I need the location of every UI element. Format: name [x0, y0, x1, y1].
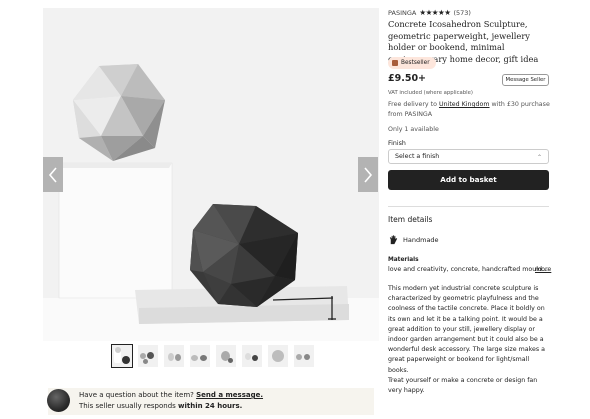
materials-text: love and creativity, concrete, handcraft…: [388, 265, 552, 275]
message-seller-button[interactable]: Message Seller: [502, 74, 549, 86]
add-to-basket-button[interactable]: Add to basket: [388, 170, 549, 190]
description-paragraph-2: Treat yourself or make a concrete or des…: [388, 377, 538, 395]
finish-label: Finish: [388, 140, 406, 147]
vat-note: VAT included (where applicable): [388, 90, 473, 96]
previous-image-button[interactable]: [43, 157, 63, 192]
finish-select[interactable]: Select a finish ⌃: [388, 149, 549, 164]
delivery-info: Free delivery to United Kingdom with £30…: [388, 101, 550, 118]
chevron-right-icon: [364, 166, 373, 183]
materials-heading: Materials: [388, 257, 419, 263]
section-divider: [388, 206, 549, 207]
stock-status: Only 1 available: [388, 126, 439, 133]
thumbnail[interactable]: [190, 345, 210, 367]
thumbnail[interactable]: [164, 345, 184, 367]
send-message-link[interactable]: Send a message.: [196, 391, 263, 399]
review-count[interactable]: (573): [453, 8, 470, 18]
product-main-image[interactable]: [43, 8, 379, 341]
chevron-left-icon: [48, 166, 57, 183]
thumbnail[interactable]: [216, 345, 236, 367]
seller-help-text: Have a question about the item? Send a m…: [79, 391, 264, 410]
thumbnail[interactable]: [268, 345, 288, 367]
more-link[interactable]: more: [535, 265, 551, 275]
chevron-down-icon: ⌃: [536, 154, 542, 161]
bestseller-badge: Bestseller: [388, 57, 436, 69]
hand-icon: [389, 235, 398, 245]
handmade-row: Handmade: [388, 234, 439, 245]
rating-stars-icon[interactable]: ★★★★★: [419, 8, 451, 18]
next-image-button[interactable]: [358, 157, 378, 192]
shop-rating-line: PASINGA ★★★★★ (573): [388, 8, 471, 18]
thumbnail[interactable]: [294, 345, 314, 367]
shop-name-link[interactable]: PASINGA: [388, 8, 416, 18]
seller-avatar[interactable]: [47, 389, 70, 412]
delivery-country-link[interactable]: United Kingdom: [439, 101, 490, 108]
price: £9.50+: [388, 73, 427, 84]
thumbnail[interactable]: [138, 345, 158, 367]
thumbnail[interactable]: [242, 345, 262, 367]
item-details-heading[interactable]: Item details: [388, 215, 432, 225]
description-paragraph: This modern yet industrial concrete scul…: [388, 285, 546, 374]
award-icon: [392, 60, 398, 66]
thumbnail-strip: [111, 344, 314, 368]
thumbnail[interactable]: [111, 344, 133, 368]
